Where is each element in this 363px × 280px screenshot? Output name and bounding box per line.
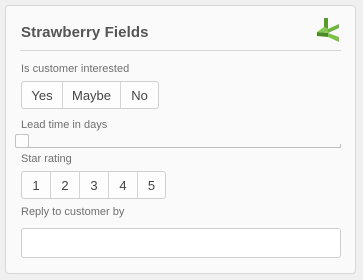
star-rating-label: Star rating: [21, 153, 72, 165]
star-rating-option-4[interactable]: 4: [109, 172, 138, 198]
lead-time-label: Lead time in days: [21, 119, 108, 131]
star-rating-segmented-control: 1 2 3 4 5: [21, 171, 166, 199]
green-leaf-logo-icon: [317, 18, 339, 42]
interest-label: Is customer interested: [21, 63, 130, 75]
lead-time-slider-handle[interactable]: [15, 134, 29, 148]
reply-by-label: Reply to customer by: [21, 206, 125, 218]
star-rating-option-1[interactable]: 1: [22, 172, 51, 198]
star-rating-option-2[interactable]: 2: [51, 172, 80, 198]
lead-form-card: Strawberry Fields Is customer interested…: [5, 5, 356, 274]
reply-by-input[interactable]: [21, 228, 341, 258]
header-divider: [20, 50, 341, 51]
card-header: Strawberry Fields: [6, 6, 355, 50]
interest-option-no[interactable]: No: [121, 82, 158, 108]
lead-time-slider-track[interactable]: [21, 144, 341, 148]
interest-option-maybe[interactable]: Maybe: [63, 82, 121, 108]
interest-option-yes[interactable]: Yes: [22, 82, 63, 108]
star-rating-option-5[interactable]: 5: [138, 172, 165, 198]
interest-segmented-control: Yes Maybe No: [21, 81, 159, 109]
star-rating-option-3[interactable]: 3: [80, 172, 109, 198]
card-title: Strawberry Fields: [21, 24, 149, 41]
